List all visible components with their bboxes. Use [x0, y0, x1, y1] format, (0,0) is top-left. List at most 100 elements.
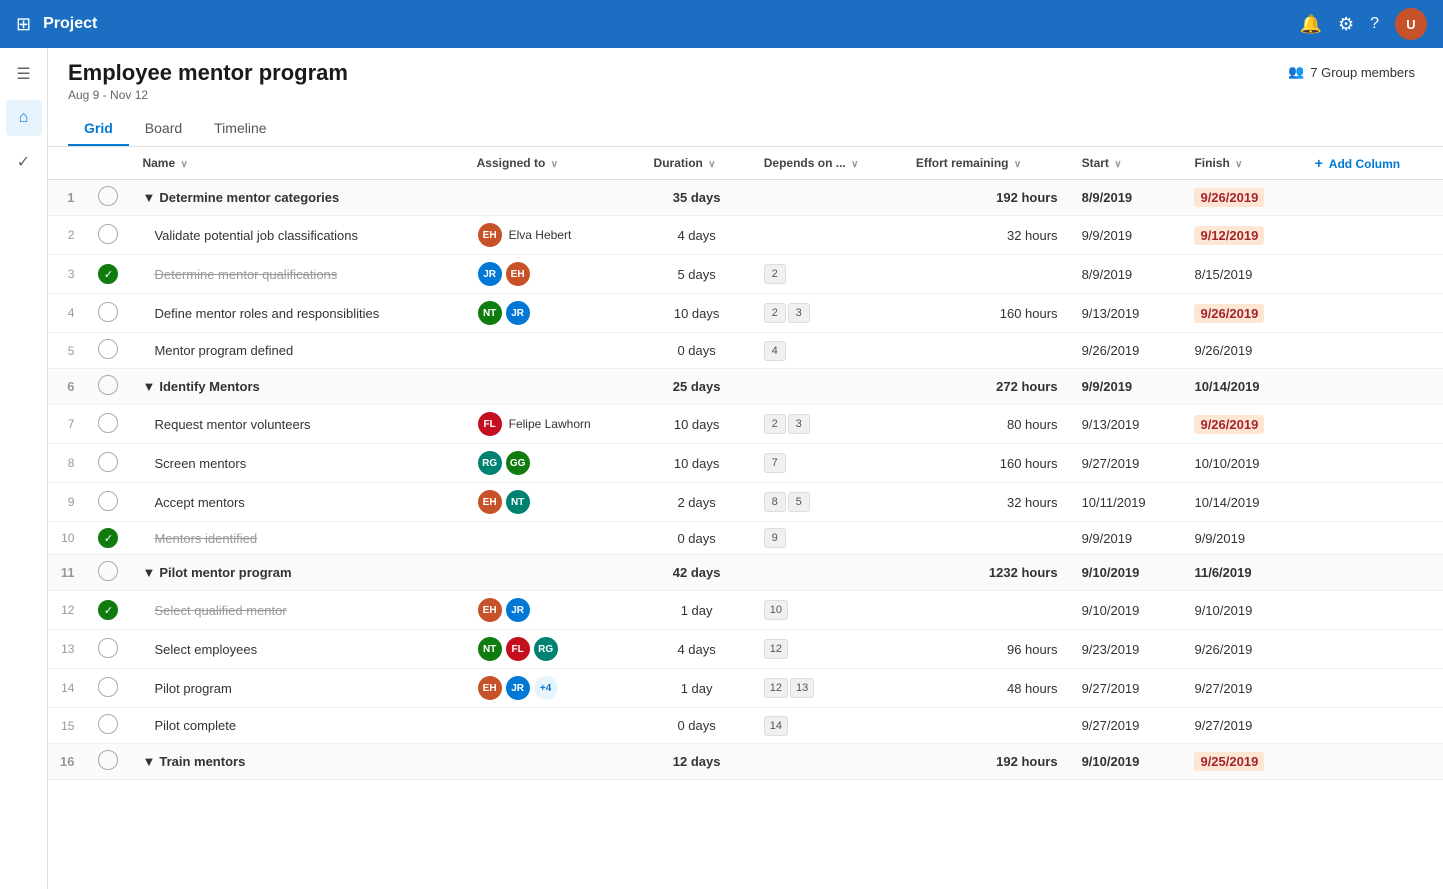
avatar[interactable]: NT — [477, 636, 503, 662]
avatar[interactable]: EH — [477, 597, 503, 623]
settings-icon[interactable]: ⚙ — [1338, 14, 1354, 35]
row-checkbox-cell — [86, 333, 130, 369]
group-arrow-icon[interactable]: ▼ — [142, 754, 155, 769]
finish-value: 9/26/2019 — [1194, 415, 1264, 434]
avatar[interactable]: EH — [477, 675, 503, 701]
row-checkbox[interactable] — [98, 677, 118, 697]
depends-badge[interactable]: 2 — [764, 303, 786, 323]
tab-board[interactable]: Board — [129, 112, 198, 146]
row-checkbox[interactable]: ✓ — [98, 528, 118, 548]
row-checkbox[interactable] — [98, 339, 118, 359]
tab-timeline[interactable]: Timeline — [198, 112, 282, 146]
depends-badge[interactable]: 12 — [764, 678, 788, 698]
depends-badge[interactable]: 2 — [764, 264, 786, 284]
assigned-name-label: Elva Hebert — [509, 228, 572, 242]
depends-badge[interactable]: 9 — [764, 528, 786, 548]
avatar[interactable]: NT — [477, 300, 503, 326]
col-effort-header[interactable]: Effort remaining ∨ — [904, 147, 1070, 180]
col-name-header[interactable]: Name ∨ — [130, 147, 464, 180]
task-name-cell[interactable]: Accept mentors — [130, 483, 464, 522]
waffle-icon[interactable]: ⊞ — [16, 14, 31, 35]
avatar[interactable]: EH — [477, 489, 503, 515]
row-checkbox[interactable] — [98, 714, 118, 734]
row-checkbox[interactable] — [98, 413, 118, 433]
row-checkbox[interactable] — [98, 638, 118, 658]
depends-badge[interactable]: 13 — [790, 678, 814, 698]
row-checkbox[interactable] — [98, 750, 118, 770]
avatar[interactable]: EH — [505, 261, 531, 287]
depends-badge[interactable]: 12 — [764, 639, 788, 659]
sidebar-menu-icon[interactable]: ☰ — [6, 56, 42, 92]
user-avatar[interactable]: U — [1395, 8, 1427, 40]
task-name-cell[interactable]: Select employees — [130, 630, 464, 669]
depends-badge[interactable]: 8 — [764, 492, 786, 512]
avatar[interactable]: GG — [505, 450, 531, 476]
row-checkbox[interactable]: ✓ — [98, 264, 118, 284]
group-members-button[interactable]: 👥 7 Group members — [1280, 60, 1423, 84]
task-name: Screen mentors — [154, 456, 246, 471]
task-name-cell[interactable]: Define mentor roles and responsiblities — [130, 294, 464, 333]
tab-grid[interactable]: Grid — [68, 112, 129, 146]
col-depends-header[interactable]: Depends on ... ∨ — [752, 147, 904, 180]
task-name-cell[interactable]: ▼Identify Mentors — [130, 369, 464, 405]
avatar[interactable]: NT — [505, 489, 531, 515]
avatar[interactable]: JR — [505, 597, 531, 623]
plus-icon: + — [1315, 155, 1323, 171]
start-cell: 9/27/2019 — [1070, 708, 1183, 744]
help-icon[interactable]: ? — [1370, 15, 1379, 33]
task-name-cell[interactable]: Determine mentor qualifications — [130, 255, 464, 294]
avatar[interactable]: RG — [533, 636, 559, 662]
task-name-cell[interactable]: ▼Train mentors — [130, 744, 464, 780]
row-checkbox[interactable] — [98, 452, 118, 472]
col-assigned-header[interactable]: Assigned to ∨ — [465, 147, 642, 180]
row-checkbox[interactable] — [98, 375, 118, 395]
row-checkbox[interactable] — [98, 224, 118, 244]
depends-badge[interactable]: 7 — [764, 453, 786, 473]
group-arrow-icon[interactable]: ▼ — [142, 565, 155, 580]
group-arrow-icon[interactable]: ▼ — [142, 379, 155, 394]
depends-badge[interactable]: 3 — [788, 303, 810, 323]
add-column-button[interactable]: + Add Column — [1303, 147, 1443, 180]
row-checkbox[interactable] — [98, 561, 118, 581]
task-name-cell[interactable]: Mentors identified — [130, 522, 464, 555]
task-name-cell[interactable]: ▼Determine mentor categories — [130, 180, 464, 216]
task-name-cell[interactable]: Pilot complete — [130, 708, 464, 744]
avatar-group: NTFLRG — [477, 636, 630, 662]
task-name-cell[interactable]: Validate potential job classifications — [130, 216, 464, 255]
avatar[interactable]: FL — [505, 636, 531, 662]
task-name-cell[interactable]: Request mentor volunteers — [130, 405, 464, 444]
row-checkbox[interactable] — [98, 186, 118, 206]
sidebar-home-icon[interactable]: ⌂ — [6, 100, 42, 136]
task-name-cell[interactable]: ▼Pilot mentor program — [130, 555, 464, 591]
avatar[interactable]: FL — [477, 411, 503, 437]
finish-cell: 9/26/2019 — [1182, 630, 1302, 669]
row-checkbox[interactable]: ✓ — [98, 600, 118, 620]
avatar[interactable]: EH — [477, 222, 503, 248]
duration-value: 0 days — [677, 718, 715, 733]
col-duration-header[interactable]: Duration ∨ — [642, 147, 752, 180]
sidebar-check-icon[interactable]: ✓ — [6, 144, 42, 180]
assigned-cell — [465, 180, 642, 216]
task-name-cell[interactable]: Pilot program — [130, 669, 464, 708]
notification-icon[interactable]: 🔔 — [1300, 14, 1322, 35]
depends-badge[interactable]: 4 — [764, 341, 786, 361]
task-name-cell[interactable]: Select qualified mentor — [130, 591, 464, 630]
avatar[interactable]: RG — [477, 450, 503, 476]
row-number: 3 — [48, 255, 86, 294]
depends-badge[interactable]: 14 — [764, 716, 788, 736]
row-checkbox[interactable] — [98, 302, 118, 322]
avatar[interactable]: JR — [505, 300, 531, 326]
row-checkbox[interactable] — [98, 491, 118, 511]
task-name-cell[interactable]: Mentor program defined — [130, 333, 464, 369]
avatar[interactable]: JR — [505, 675, 531, 701]
task-name-cell[interactable]: Screen mentors — [130, 444, 464, 483]
row-checkbox-cell: ✓ — [86, 591, 130, 630]
col-start-header[interactable]: Start ∨ — [1070, 147, 1183, 180]
depends-badge[interactable]: 10 — [764, 600, 788, 620]
depends-badge[interactable]: 5 — [788, 492, 810, 512]
col-finish-header[interactable]: Finish ∨ — [1182, 147, 1302, 180]
avatar[interactable]: JR — [477, 261, 503, 287]
depends-badge[interactable]: 2 — [764, 414, 786, 434]
group-arrow-icon[interactable]: ▼ — [142, 190, 155, 205]
depends-badge[interactable]: 3 — [788, 414, 810, 434]
